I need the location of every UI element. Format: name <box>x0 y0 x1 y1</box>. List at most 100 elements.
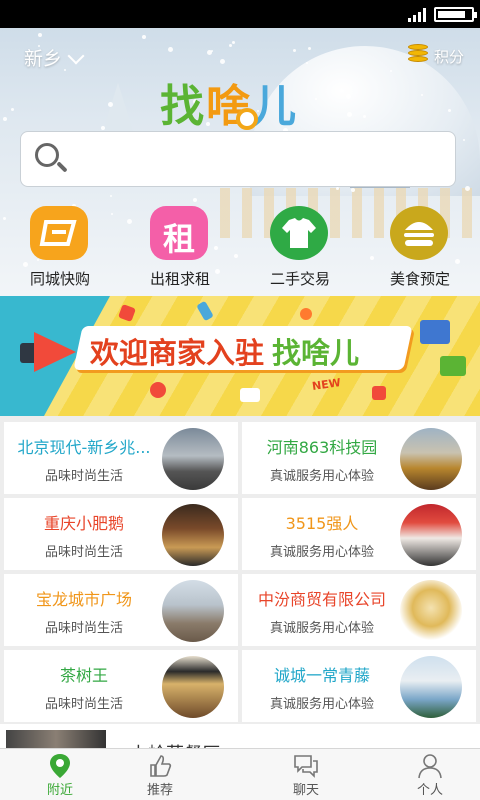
merchant-subtitle: 真诚服务用心体验 <box>269 697 374 712</box>
location-pin-icon <box>50 754 70 778</box>
rent-glyph: 租 <box>162 220 195 258</box>
snowflake <box>293 49 296 52</box>
category-food-booking[interactable]: 美食预定 <box>360 206 480 296</box>
dealership-photo <box>162 428 224 490</box>
snowflake <box>390 70 392 72</box>
merchant-subtitle: 真诚服务用心体验 <box>269 545 374 560</box>
chevron-down-icon[interactable] <box>67 47 85 65</box>
merchant-row: 宝龙城市广场 品味时尚生活 中汾商贸有限公司 真诚服务用心体验 <box>0 574 480 646</box>
logo-char-1: 找 <box>160 81 206 132</box>
snowflake <box>448 109 451 112</box>
category-second-hand[interactable]: 二手交易 <box>240 206 360 296</box>
merchant-name: 河南863科技园 <box>266 438 378 457</box>
tab-label: 个人 <box>416 783 443 798</box>
banner-title: 欢迎商家入驻 找啥儿 <box>90 330 359 372</box>
merchant-name: 北京现代-新乡兆... <box>17 438 151 457</box>
merchant-name: 上岭菜餐厅 <box>130 740 220 748</box>
merchant-subtitle: 品味时尚生活 <box>44 621 123 636</box>
merchant-card[interactable]: 北京现代-新乡兆... 品味时尚生活 <box>4 422 238 494</box>
snowflake <box>363 115 366 118</box>
merchant-card[interactable]: 河南863科技园 真诚服务用心体验 <box>242 422 476 494</box>
merchant-subtitle: 真诚服务用心体验 <box>269 469 374 484</box>
merchant-row: 重庆小肥鹅 品味时尚生活 3515强人 真诚服务用心体验 <box>0 498 480 570</box>
search-icon[interactable] <box>35 143 68 175</box>
snowflake <box>11 108 14 111</box>
tshirt-icon[interactable] <box>270 206 328 260</box>
category-row: 同城快购 租 出租求租 二手交易 美食预定 <box>0 206 480 296</box>
merchant-row: 茶树王 品味时尚生活 诚城一常青藤 真诚服务用心体验 <box>0 650 480 722</box>
snowflake <box>108 102 113 107</box>
merchant-name: 3515强人 <box>285 514 359 533</box>
banner-text: 欢迎商家入驻 <box>90 336 265 370</box>
thumbs-up-icon <box>150 755 172 777</box>
snowflake <box>336 187 339 190</box>
signal-icon <box>408 8 426 22</box>
search-input[interactable] <box>20 131 456 187</box>
merchant-subtitle: 真诚服务用心体验 <box>269 621 374 636</box>
tab-recommend[interactable]: 推荐 <box>100 749 220 800</box>
rent-sign-icon[interactable]: 租 <box>150 206 208 260</box>
snowflake <box>308 47 311 50</box>
chat-bubble-icon <box>294 755 318 778</box>
snowflake <box>229 44 232 47</box>
category-label: 二手交易 <box>269 270 330 288</box>
snowflake <box>232 41 235 44</box>
snowflake <box>168 47 173 52</box>
snowflake <box>220 59 225 64</box>
merchant-subtitle: 品味时尚生活 <box>44 469 123 484</box>
snowflake <box>347 112 352 117</box>
city-selector[interactable]: 新乡 <box>24 44 62 71</box>
merchant-name: 宝龙城市广场 <box>35 590 132 609</box>
merchant-card[interactable]: 宝龙城市广场 品味时尚生活 <box>4 574 238 646</box>
megaphone-icon <box>20 332 80 374</box>
snowflake <box>465 186 470 191</box>
merchant-subtitle: 品味时尚生活 <box>44 545 123 560</box>
snowflake <box>193 198 197 202</box>
restaurant-photo <box>162 504 224 566</box>
snowflake <box>3 117 7 121</box>
merchant-subtitle: 品味时尚生活 <box>44 697 123 712</box>
shopping-bag-icon[interactable] <box>30 206 88 260</box>
tab-profile[interactable]: 个人 <box>370 749 480 800</box>
snowflake <box>38 33 42 37</box>
snowflake <box>110 195 112 197</box>
liquor-bottle-photo <box>400 580 462 642</box>
tech-park-photo <box>400 428 462 490</box>
location-pin-logo-icon <box>236 108 258 130</box>
battery-icon <box>434 7 477 22</box>
merchant-card-partial[interactable]: 上岭菜餐厅 <box>0 724 480 748</box>
app-logo: 找啥儿 <box>160 70 330 136</box>
merchant-name: 诚城一常青藤 <box>273 666 370 685</box>
burger-icon[interactable] <box>390 206 448 260</box>
snowflake <box>207 50 212 55</box>
points-label: 积分 <box>433 48 464 66</box>
category-label: 美食预定 <box>389 270 450 288</box>
merchant-card[interactable]: 3515强人 真诚服务用心体验 <box>242 498 476 570</box>
bottom-tab-bar: 附近 推荐 聊天 个人 <box>0 748 480 800</box>
snowflake <box>346 94 351 99</box>
promo-banner[interactable]: 欢迎商家入驻 找啥儿 NEW <box>0 296 480 416</box>
snowflake <box>64 69 66 71</box>
merchant-name: 重庆小肥鹅 <box>43 514 124 533</box>
category-label: 出租求租 <box>149 270 210 288</box>
category-label: 同城快购 <box>29 270 90 288</box>
snowflake <box>142 35 146 39</box>
coins-icon <box>408 44 428 66</box>
snowflake <box>463 139 465 141</box>
merchant-card[interactable]: 诚城一常青藤 真诚服务用心体验 <box>242 650 476 722</box>
residential-building-photo <box>400 656 462 718</box>
merchant-card[interactable]: 中汾商贸有限公司 真诚服务用心体验 <box>242 574 476 646</box>
category-quick-buy[interactable]: 同城快购 <box>0 206 120 296</box>
merchant-card[interactable]: 茶树王 品味时尚生活 <box>4 650 238 722</box>
status-bar <box>0 0 480 28</box>
tab-chat[interactable]: 聊天 <box>246 749 366 800</box>
merchant-row: 北京现代-新乡兆... 品味时尚生活 河南863科技园 真诚服务用心体验 <box>0 422 480 494</box>
banner-brand: 找啥儿 <box>272 336 360 370</box>
snowflake <box>101 126 105 130</box>
merchant-photo <box>6 730 106 748</box>
tea-shop-photo <box>162 656 224 718</box>
snowflake <box>306 62 308 64</box>
category-rental[interactable]: 租 出租求租 <box>120 206 240 296</box>
merchant-name: 中汾商贸有限公司 <box>257 590 386 609</box>
merchant-card[interactable]: 重庆小肥鹅 品味时尚生活 <box>4 498 238 570</box>
